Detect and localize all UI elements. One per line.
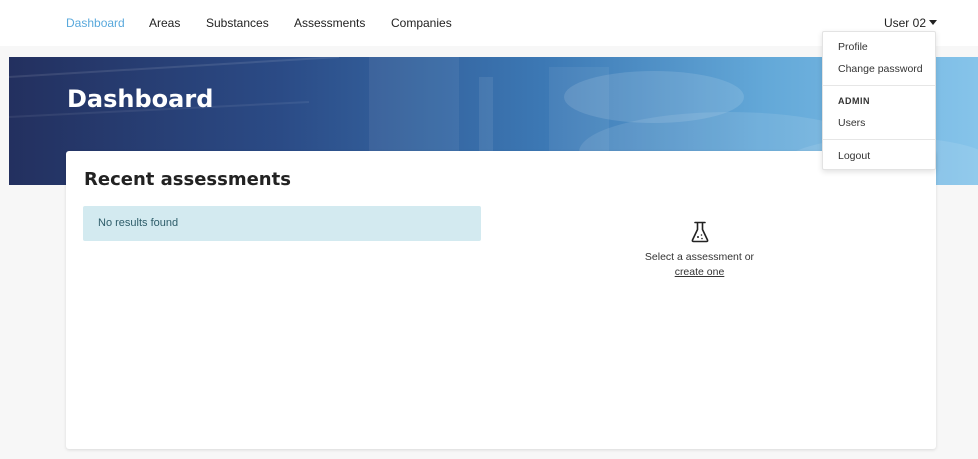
- caret-down-icon: [929, 20, 937, 25]
- page: Dashboard Areas Substances Assessments C…: [0, 0, 978, 459]
- menu-item-change-password[interactable]: Change password: [838, 63, 923, 75]
- menu-item-users[interactable]: Users: [838, 117, 865, 129]
- menu-divider: [823, 85, 935, 86]
- menu-item-profile[interactable]: Profile: [838, 41, 868, 53]
- nav-dashboard[interactable]: Dashboard: [66, 16, 125, 30]
- nav-assessments[interactable]: Assessments: [294, 16, 365, 30]
- flask-icon: [691, 221, 708, 243]
- page-title: Dashboard: [67, 85, 214, 113]
- no-results-alert: No results found: [83, 206, 481, 241]
- menu-divider: [823, 139, 935, 140]
- menu-header-admin: ADMIN: [838, 96, 870, 106]
- nav-substances[interactable]: Substances: [206, 16, 269, 30]
- recent-assessments-card: Recent assessments No results found Sele…: [66, 151, 936, 449]
- card-title: Recent assessments: [84, 169, 291, 190]
- nav-areas[interactable]: Areas: [149, 16, 180, 30]
- menu-item-logout[interactable]: Logout: [838, 150, 870, 162]
- user-menu-toggle[interactable]: User 02: [884, 16, 937, 30]
- user-name: User 02: [883, 16, 926, 30]
- create-assessment-link[interactable]: create one: [675, 266, 725, 278]
- empty-state-text: Select a assessment or: [644, 251, 755, 263]
- no-results-text: No results found: [98, 217, 179, 229]
- user-dropdown-menu: Profile Change password ADMIN Users Logo…: [822, 31, 936, 170]
- nav-companies[interactable]: Companies: [391, 16, 452, 30]
- empty-state: Select a assessment or create one: [617, 221, 782, 278]
